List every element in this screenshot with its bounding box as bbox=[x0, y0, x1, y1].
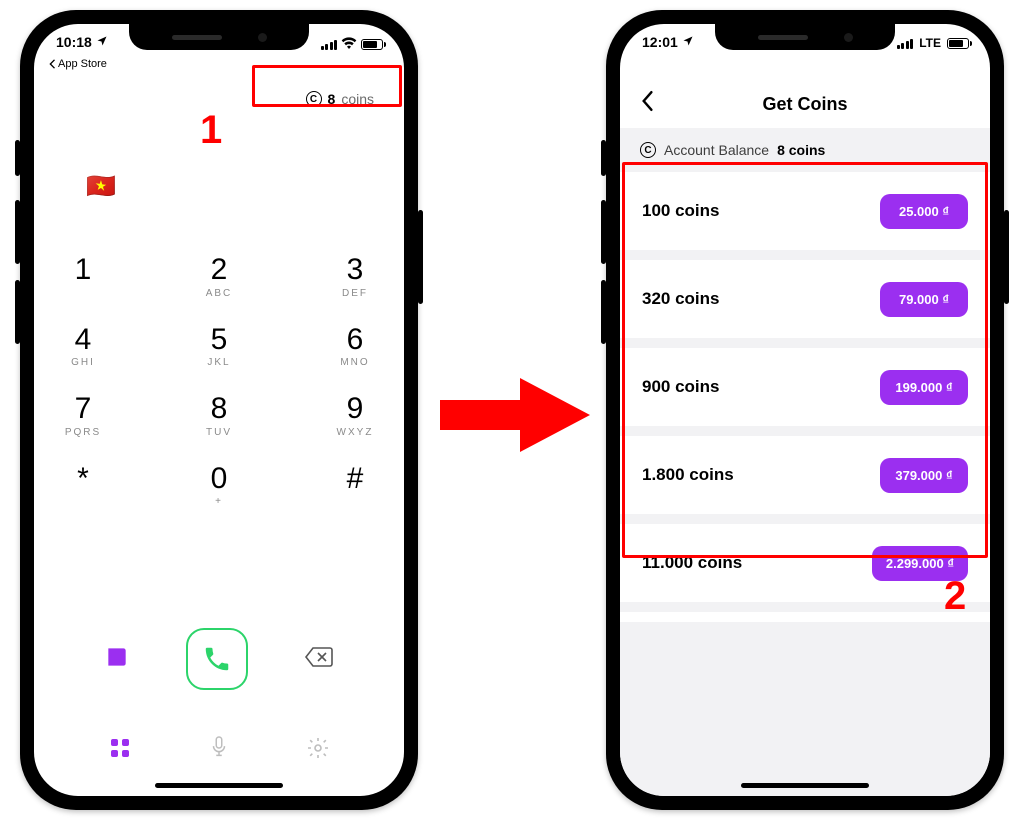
coin-icon: C bbox=[640, 142, 656, 158]
tab-dialer[interactable] bbox=[108, 736, 132, 765]
status-time: 12:01 bbox=[642, 34, 678, 50]
annotation-label-1: 1 bbox=[200, 108, 222, 153]
key-5[interactable]: 5JKL bbox=[184, 324, 254, 370]
tab-voice[interactable] bbox=[208, 735, 230, 766]
key-3[interactable]: 3DEF bbox=[320, 254, 390, 300]
back-button[interactable] bbox=[640, 90, 654, 119]
wifi-icon bbox=[341, 36, 357, 52]
dial-keypad: 1 2ABC 3DEF 4GHI 5JKL 6MNO 7PQRS 8TUV 9W… bbox=[34, 254, 404, 508]
key-2[interactable]: 2ABC bbox=[184, 254, 254, 300]
key-1[interactable]: 1 bbox=[48, 254, 118, 300]
contacts-button[interactable] bbox=[104, 644, 130, 675]
backspace-button[interactable] bbox=[304, 646, 334, 673]
key-6[interactable]: 6MNO bbox=[320, 324, 390, 370]
location-icon bbox=[682, 35, 694, 50]
key-4[interactable]: 4GHI bbox=[48, 324, 118, 370]
page-title: Get Coins bbox=[762, 94, 847, 115]
tab-settings[interactable] bbox=[306, 736, 330, 765]
battery-icon bbox=[947, 38, 972, 49]
notch bbox=[129, 24, 309, 50]
call-button[interactable] bbox=[186, 628, 248, 690]
back-to-appstore[interactable]: App Store bbox=[48, 58, 107, 70]
home-indicator[interactable] bbox=[741, 783, 869, 788]
annotation-box-1 bbox=[252, 65, 402, 107]
signal-icon bbox=[321, 39, 338, 50]
battery-icon bbox=[361, 39, 386, 50]
network-label: LTE bbox=[919, 36, 941, 50]
key-0[interactable]: 0+ bbox=[184, 463, 254, 509]
arrow-icon bbox=[440, 370, 590, 460]
balance-value: 8 coins bbox=[777, 142, 825, 158]
home-indicator[interactable] bbox=[155, 783, 283, 788]
country-flag[interactable]: 🇻🇳 bbox=[86, 172, 116, 201]
annotation-label-2: 2 bbox=[944, 574, 966, 619]
key-9[interactable]: 9WXYZ bbox=[320, 393, 390, 439]
key-8[interactable]: 8TUV bbox=[184, 393, 254, 439]
get-coins-header: Get Coins bbox=[620, 84, 990, 124]
location-icon bbox=[96, 35, 108, 50]
key-hash[interactable]: # bbox=[320, 463, 390, 509]
notch bbox=[715, 24, 895, 50]
status-time: 10:18 bbox=[56, 34, 92, 50]
key-star[interactable]: * bbox=[48, 463, 118, 509]
tab-bar bbox=[34, 735, 404, 766]
key-7[interactable]: 7PQRS bbox=[48, 393, 118, 439]
annotation-box-2 bbox=[622, 162, 988, 558]
balance-label: Account Balance bbox=[664, 142, 769, 158]
back-label: App Store bbox=[58, 58, 107, 70]
signal-icon bbox=[897, 38, 914, 49]
